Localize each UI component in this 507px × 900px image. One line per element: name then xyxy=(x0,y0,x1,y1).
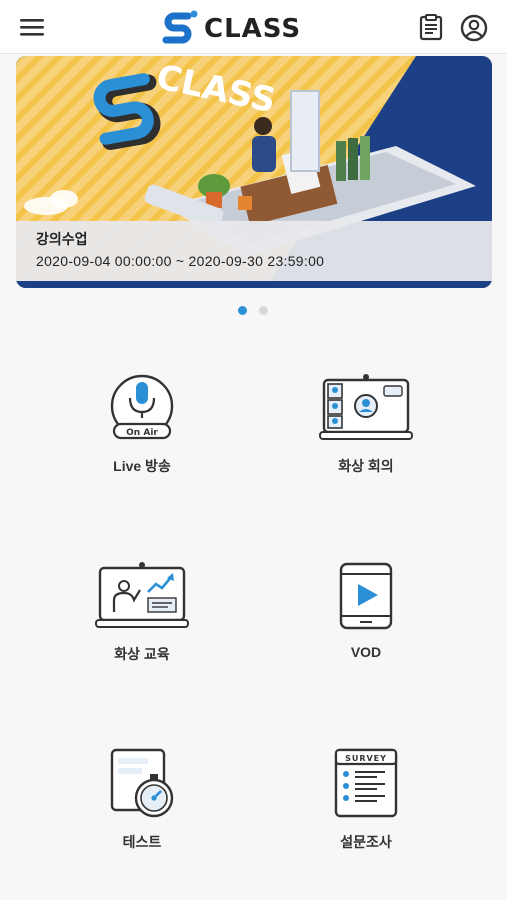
s-logo-mark xyxy=(162,10,198,44)
on-air-badge: On Air xyxy=(126,428,158,438)
event-banner[interactable]: CLASS 강의수업 2020-09-04 00:00:00 ~ 2020-09… xyxy=(16,56,492,288)
menu-survey[interactable]: SURVEY 설문조사 xyxy=(286,748,446,868)
menu-test-label: 테스트 xyxy=(122,834,162,850)
menu-test[interactable]: 테스트 xyxy=(62,748,222,868)
online-lecture-icon xyxy=(95,562,189,628)
menu-video-meeting[interactable]: 화상 회의 xyxy=(286,372,446,492)
menu-survey-label: 설문조사 xyxy=(340,834,392,850)
menu-meeting-label: 화상 회의 xyxy=(338,458,394,474)
carousel-indicator xyxy=(238,302,276,315)
hamburger-icon xyxy=(20,19,44,36)
survey-badge: SURVEY xyxy=(345,754,387,763)
menu-live-label: Live 방송 xyxy=(113,458,171,474)
banner-period: 2020-09-04 00:00:00 ~ 2020-09-30 23:59:0… xyxy=(36,253,325,269)
menu-vod-label: VOD xyxy=(350,644,382,660)
banner-title: 강의수업 xyxy=(36,231,88,247)
menu-vod[interactable]: VOD xyxy=(286,560,446,680)
menu-education-label: 화상 교육 xyxy=(114,646,170,662)
menu-button[interactable] xyxy=(18,15,48,39)
logo-text: CLASS xyxy=(204,14,302,44)
clipboard-icon xyxy=(419,14,443,41)
app-logo[interactable]: CLASS xyxy=(160,8,310,48)
account-button[interactable] xyxy=(459,13,489,43)
play-icon xyxy=(339,562,393,630)
carousel-dot-1[interactable] xyxy=(238,306,247,315)
menu-live-broadcast[interactable]: On Air Live 방송 xyxy=(62,372,222,492)
banner-bottom-strip xyxy=(16,281,492,288)
survey-icon: SURVEY xyxy=(334,748,398,818)
top-bar: CLASS xyxy=(0,0,507,54)
banner-caption: 강의수업 2020-09-04 00:00:00 ~ 2020-09-30 23… xyxy=(16,221,492,281)
menu-video-education[interactable]: 화상 교육 xyxy=(62,560,222,680)
user-icon xyxy=(460,14,488,42)
carousel-dot-2[interactable] xyxy=(259,306,269,315)
notice-button[interactable] xyxy=(417,13,445,41)
microphone-icon: On Air xyxy=(110,374,174,440)
video-conference-icon xyxy=(319,374,413,440)
stopwatch-icon xyxy=(110,748,174,818)
